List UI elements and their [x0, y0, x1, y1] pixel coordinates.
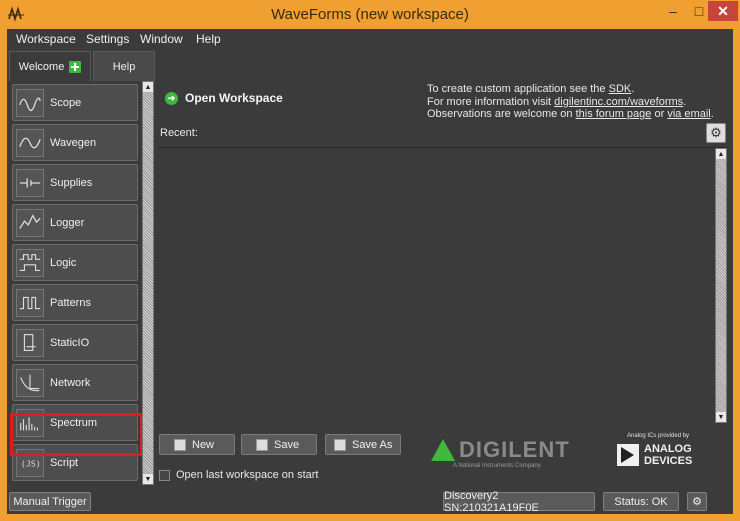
analog-ics-label: Analog ICs provided by — [627, 433, 690, 439]
open-last-workspace-option[interactable]: Open last workspace on start — [159, 469, 318, 481]
digilent-logo: DIGILENT — [431, 437, 570, 463]
app-window: WaveForms (new workspace) – □ ✕ Workspac… — [0, 0, 740, 521]
website-link[interactable]: digilentinc.com/waveforms — [554, 96, 683, 108]
tool-label: Scope — [50, 96, 82, 109]
tool-label: Script — [50, 456, 79, 469]
save-icon — [256, 438, 268, 451]
scroll-up-icon[interactable]: ▲ — [143, 82, 153, 92]
scroll-down-icon[interactable]: ▼ — [143, 474, 153, 484]
network-icon — [16, 368, 44, 397]
tab-bar: Welcome Help — [7, 49, 733, 81]
scope-icon — [16, 88, 44, 117]
email-link[interactable]: via email — [667, 108, 710, 120]
menu-window[interactable]: Window — [140, 32, 183, 46]
supplies-icon — [16, 168, 44, 197]
staticio-icon — [16, 328, 44, 357]
sdk-link[interactable]: SDK — [609, 83, 632, 95]
status-button[interactable]: Status: OK — [603, 492, 679, 511]
open-workspace-header: ➜ Open Workspace — [165, 91, 283, 105]
tool-label: Wavegen — [50, 136, 97, 149]
window-title: WaveForms (new workspace) — [271, 6, 469, 23]
tool-label: Supplies — [50, 176, 93, 189]
new-file-icon — [174, 438, 186, 451]
tab-welcome[interactable]: Welcome — [9, 51, 91, 81]
wavegen-icon — [16, 128, 44, 157]
recent-label: Recent: — [160, 127, 198, 139]
scroll-up-icon[interactable]: ▲ — [716, 149, 726, 159]
save-as-button[interactable]: Save As — [325, 434, 401, 455]
new-button[interactable]: New — [159, 434, 235, 455]
client-area: Workspace Settings Window Help Welcome H… — [7, 29, 733, 514]
save-as-icon — [334, 438, 346, 451]
menu-help[interactable]: Help — [196, 32, 221, 46]
menu-bar: Workspace Settings Window Help — [7, 29, 733, 49]
save-button[interactable]: Save — [241, 434, 317, 455]
minimize-button[interactable]: – — [660, 1, 686, 21]
device-button[interactable]: Discovery2 SN:210321A19F0E — [443, 490, 595, 514]
network-highlight-box — [10, 413, 143, 456]
tool-scope-button[interactable]: Scope — [12, 84, 138, 121]
title-bar: WaveForms (new workspace) – □ ✕ — [0, 0, 740, 29]
welcome-panel: ➜ Open Workspace To create custom applic… — [157, 81, 733, 485]
manual-trigger-button[interactable]: Manual Trigger — [9, 492, 91, 511]
menu-settings[interactable]: Settings — [86, 32, 129, 46]
tool-patterns-button[interactable]: Patterns — [12, 284, 138, 321]
analog-devices-icon — [617, 444, 639, 466]
tool-supplies-button[interactable]: Supplies — [12, 164, 138, 201]
digilent-tagline: A National Instruments Company — [453, 463, 541, 469]
tool-staticio-button[interactable]: StaticIO — [12, 324, 138, 361]
tool-label: StaticIO — [50, 336, 90, 349]
recent-scrollbar[interactable]: ▲ ▼ — [715, 148, 727, 423]
forum-link[interactable]: this forum page — [576, 108, 652, 120]
arrow-right-icon: ➜ — [165, 91, 178, 105]
recent-settings-gear-icon[interactable]: ⚙ — [706, 123, 726, 143]
open-workspace-title: Open Workspace — [185, 91, 283, 105]
info-text: To create custom application see the SDK… — [427, 83, 714, 120]
status-bar: Manual Trigger Discovery2 SN:210321A19F0… — [7, 490, 733, 514]
open-last-checkbox[interactable] — [159, 469, 170, 481]
tab-welcome-label: Welcome — [18, 60, 65, 73]
analog-devices-logo: ANALOG DEVICES — [617, 443, 692, 467]
tool-logic-button[interactable]: Logic — [12, 244, 138, 281]
tool-logger-button[interactable]: Logger — [12, 204, 138, 241]
close-button[interactable]: ✕ — [708, 1, 738, 21]
plus-icon[interactable] — [69, 60, 82, 73]
scroll-down-icon[interactable]: ▼ — [716, 412, 726, 422]
status-settings-gear-icon[interactable]: ⚙ — [687, 492, 707, 511]
recent-list[interactable] — [159, 147, 729, 424]
tab-help-label: Help — [112, 60, 136, 73]
menu-workspace[interactable]: Workspace — [16, 32, 76, 46]
tool-wavegen-button[interactable]: Wavegen — [12, 124, 138, 161]
tool-network-button[interactable]: Network — [12, 364, 138, 401]
tool-label: Logic — [50, 256, 77, 269]
tab-help[interactable]: Help — [93, 51, 155, 81]
svg-text:(JS): (JS) — [21, 458, 41, 468]
tool-label: Logger — [50, 216, 85, 229]
digilent-triangle-icon — [431, 439, 455, 461]
logic-icon — [16, 248, 44, 277]
tool-sidebar: Scope Wavegen Supplies Logger Logic Patt… — [7, 81, 157, 485]
sidebar-scrollbar[interactable]: ▲ ▼ — [142, 81, 154, 485]
patterns-icon — [16, 288, 44, 317]
tool-label: Patterns — [50, 296, 91, 309]
logger-icon — [16, 208, 44, 237]
tool-label: Network — [50, 376, 91, 389]
